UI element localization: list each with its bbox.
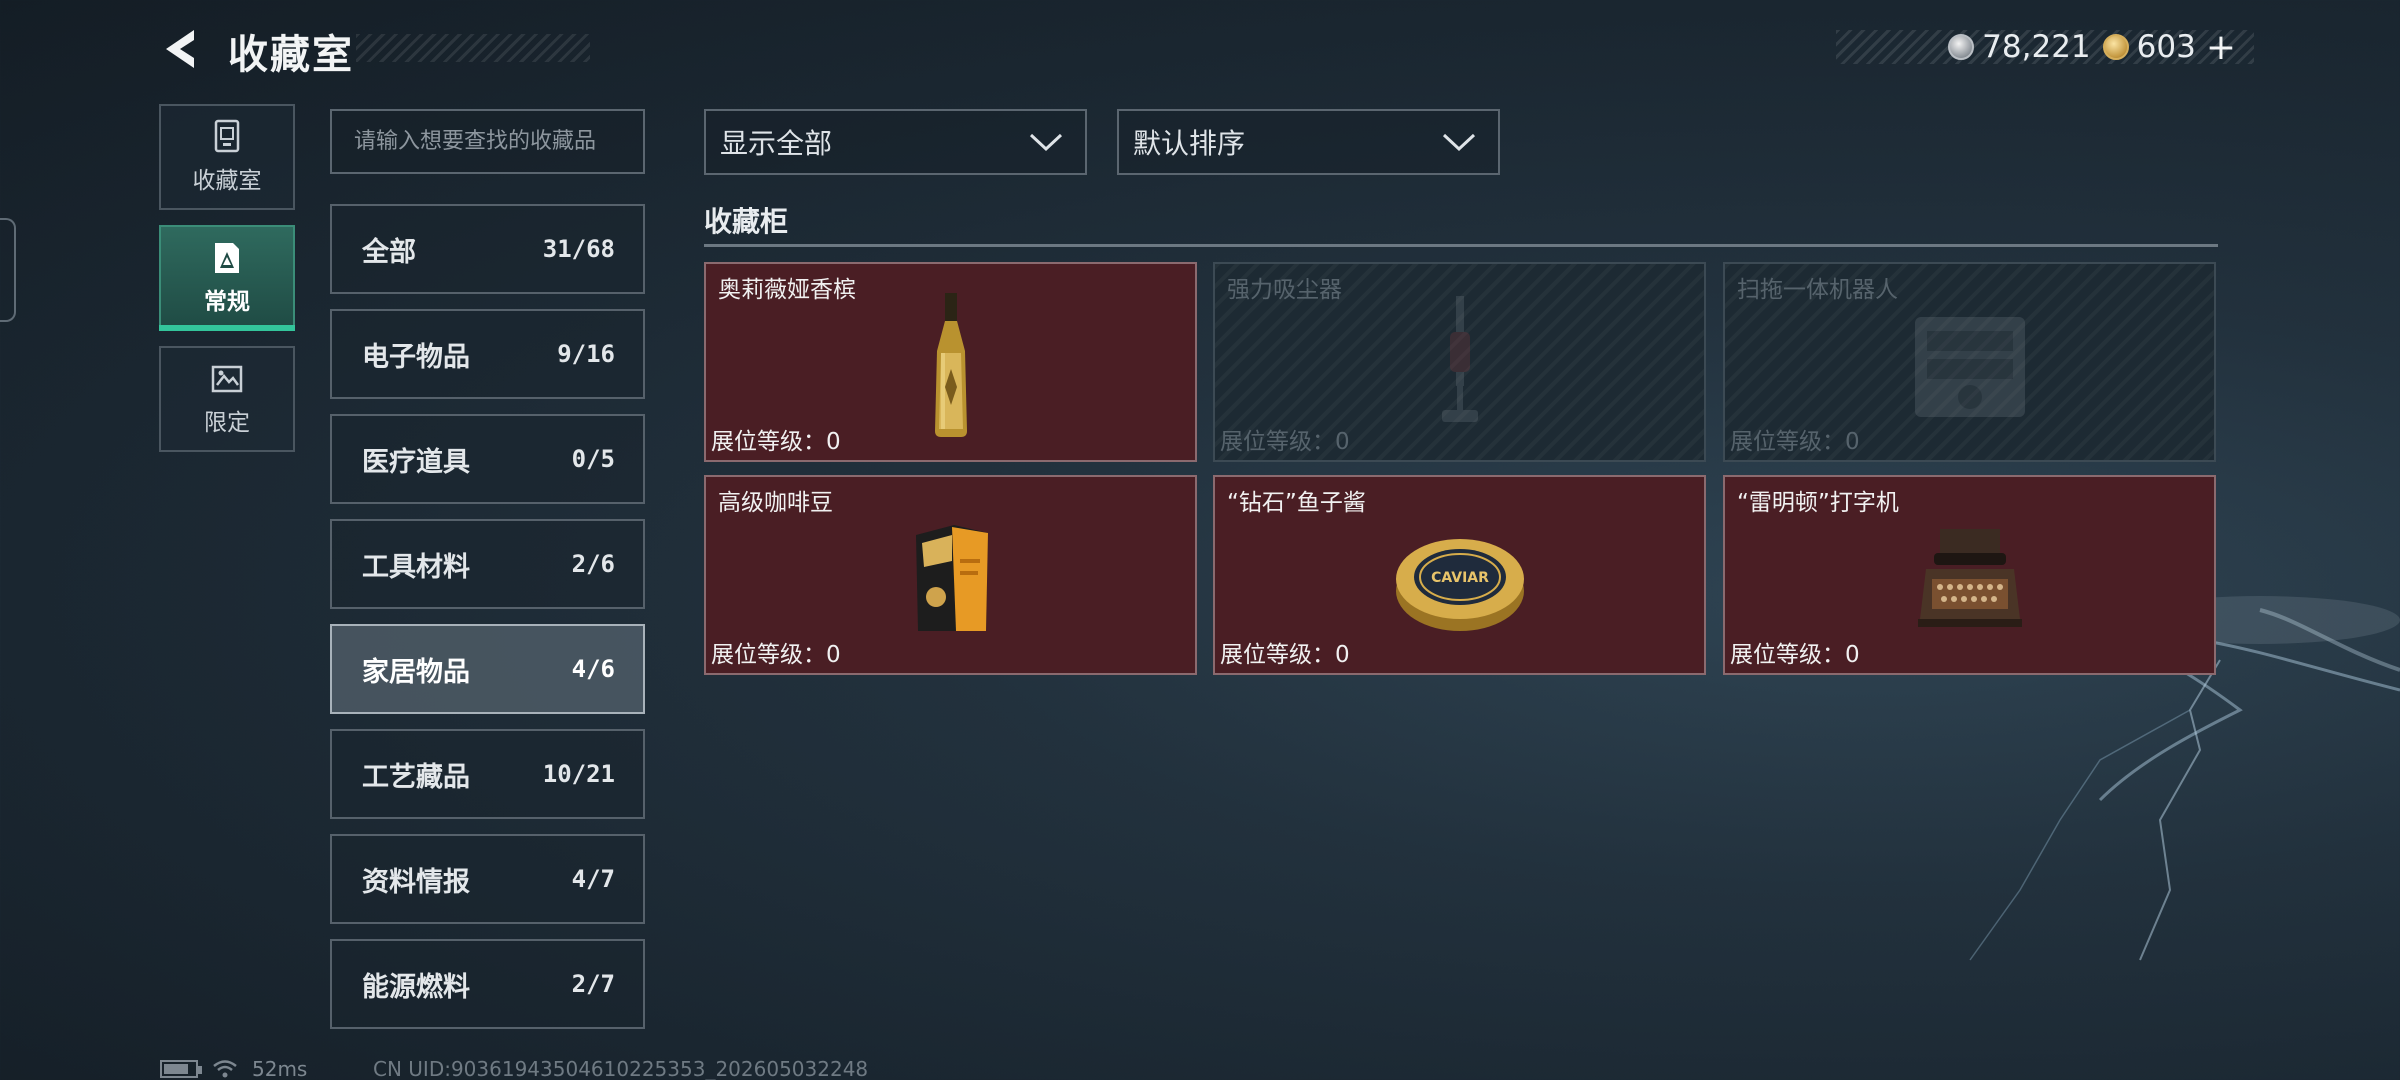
nav-tab-label: 限定 [204,410,250,436]
category-count: 31/68 [542,235,615,263]
cabinet-icon [214,119,240,153]
category-name: 工具材料 [362,551,470,583]
nav-tab-label: 收藏室 [192,168,262,194]
category-all[interactable]: 全部 31/68 [330,204,645,294]
category-name: 工艺藏品 [362,761,470,793]
wifi-icon [213,1060,237,1078]
category-name: 电子物品 [362,341,470,373]
item-name: “雷明顿”打字机 [1737,490,1899,516]
ping-value: 52ms [252,1057,308,1080]
champagne-bottle-image [934,292,967,437]
gold-coin-icon [2102,34,2129,60]
coffee-bag-image [915,524,988,631]
category-energy[interactable]: 能源燃料 2/7 [330,939,645,1029]
category-medical[interactable]: 医疗道具 0/5 [330,414,645,504]
category-intel[interactable]: 资料情报 4/7 [330,834,645,924]
search-input[interactable] [330,109,645,174]
category-name: 能源燃料 [362,971,470,1003]
category-name: 医疗道具 [362,446,470,478]
sort-value: 默认排序 [1133,127,1246,160]
item-name: 高级咖啡豆 [718,490,833,516]
gold-currency: 603 + [2102,27,2236,68]
item-level: 展位等级：0 [1220,429,1350,455]
typewriter-image [1917,528,2022,627]
category-count: 9/16 [557,340,615,368]
item-level: 展位等级：0 [1730,429,1860,455]
collection-card-coffee[interactable]: 高级咖啡豆 展位等级：0 [704,475,1197,675]
battery-icon [160,1060,202,1078]
collection-card-vacuum[interactable]: 强力吸尘器 展位等级：0 [1213,262,1706,462]
sort-dropdown[interactable]: 默认排序 [1117,109,1500,175]
item-name: “钻石”鱼子酱 [1227,490,1366,516]
add-currency-button[interactable]: + [2206,27,2236,68]
category-electronics[interactable]: 电子物品 9/16 [330,309,645,399]
item-name: 奥莉薇娅香槟 [718,277,856,303]
nav-tab-collection-room[interactable]: 收藏室 [159,104,295,210]
silver-currency-value: 78,221 [1982,29,2091,65]
caviar-tin-label: CAVIAR [1431,570,1489,586]
cabinet-title: 收藏柜 [704,205,789,238]
category-name: 资料情报 [362,866,470,898]
section-divider [704,244,2218,247]
page-title: 收藏室 [228,32,354,78]
category-count: 4/7 [571,865,615,893]
category-tools[interactable]: 工具材料 2/6 [330,519,645,609]
collection-card-typewriter[interactable]: “雷明顿”打字机 展位等级：0 [1723,475,2216,675]
item-name: 强力吸尘器 [1227,277,1342,303]
category-count: 4/6 [571,655,615,683]
silver-currency: 78,221 [1948,29,2091,65]
gold-currency-value: 603 [2136,29,2196,65]
category-crafts[interactable]: 工艺藏品 10/21 [330,729,645,819]
category-count: 2/6 [571,550,615,578]
currency-bar: 78,221 603 + [1836,27,2254,68]
item-level: 展位等级：0 [1730,642,1860,668]
collection-card-mop-robot[interactable]: 扫拖一体机器人 展位等级：0 [1723,262,2216,462]
show-filter-value: 显示全部 [720,127,833,160]
limited-collection-icon [211,365,243,393]
device-status-bar: 52ms [160,1057,307,1080]
user-uid: CN UID:90361943504610225353_202605032248 [373,1057,869,1080]
side-drawer-handle[interactable] [0,218,16,322]
back-arrow-icon[interactable] [158,26,204,72]
silver-coin-icon [1948,34,1975,60]
regular-collection-icon [215,243,239,273]
vacuum-cleaner-image [1441,296,1478,422]
item-level: 展位等级：0 [711,642,841,668]
category-name: 家居物品 [362,656,470,688]
nav-tab-limited[interactable]: 限定 [159,346,295,452]
category-count: 10/21 [542,760,615,788]
show-filter-dropdown[interactable]: 显示全部 [704,109,1087,175]
nav-tab-regular[interactable]: 常规 [159,225,295,331]
collection-card-caviar[interactable]: “钻石”鱼子酱 CAVIAR 展位等级：0 [1213,475,1706,675]
item-level: 展位等级：0 [711,429,841,455]
chevron-down-icon [1442,133,1476,152]
item-level: 展位等级：0 [1220,642,1350,668]
category-name: 全部 [362,236,416,268]
category-count: 2/7 [571,970,615,998]
category-count: 0/5 [571,445,615,473]
nav-tab-label: 常规 [204,289,250,315]
title-decoration [356,34,590,62]
category-household[interactable]: 家居物品 4/6 [330,624,645,714]
collection-card-champagne[interactable]: 奥莉薇娅香槟 展位等级：0 [704,262,1197,462]
chevron-down-icon [1029,133,1063,152]
item-name: 扫拖一体机器人 [1737,277,1898,303]
caviar-tin-image: CAVIAR [1395,538,1524,631]
mop-robot-image [1914,317,2025,417]
